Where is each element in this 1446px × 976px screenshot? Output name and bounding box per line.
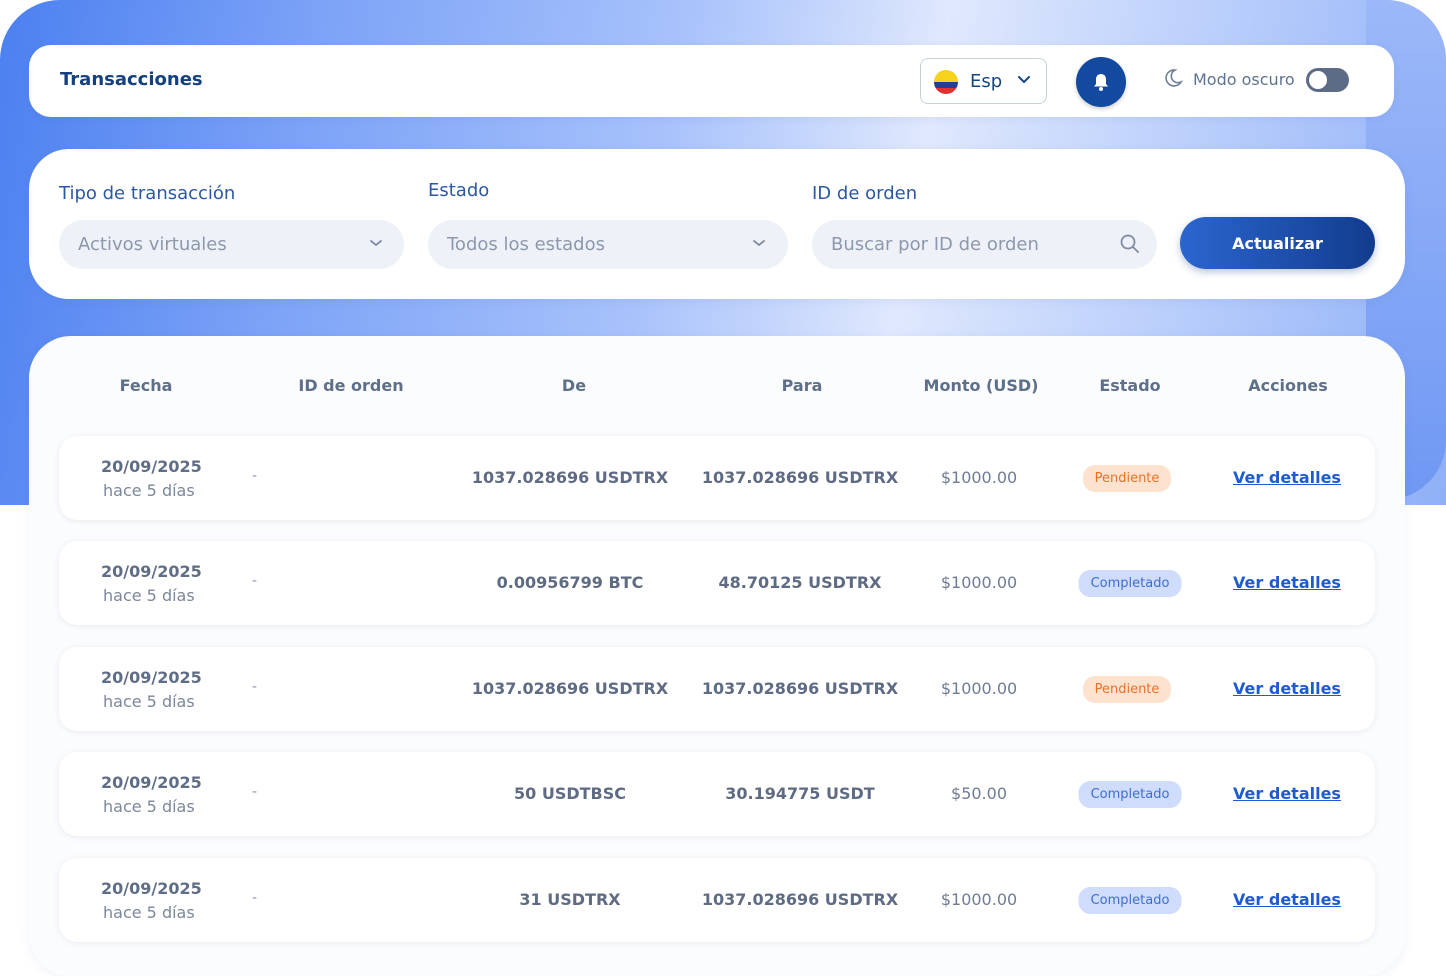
bell-icon [1094, 74, 1108, 91]
view-details-link[interactable]: Ver detalles [1233, 468, 1341, 487]
row-from: 1037.028696 USDTRX [471, 679, 669, 698]
column-header-from: De [561, 376, 587, 395]
column-header-date: Fecha [119, 376, 173, 395]
row-date-relative: hace 5 días [103, 692, 195, 711]
order-id-placeholder: Buscar por ID de orden [831, 234, 1039, 255]
row-date-relative: hace 5 días [103, 586, 195, 605]
type-value: Activos virtuales [78, 234, 227, 255]
view-details-link[interactable]: Ver detalles [1233, 784, 1341, 803]
row-from: 31 USDTRX [519, 890, 621, 909]
status-badge: Completado [1078, 887, 1182, 914]
row-to: 1037.028696 USDTRX [701, 679, 899, 698]
toggle-knob [1309, 71, 1327, 89]
column-header-to: Para [781, 376, 823, 395]
status-select[interactable]: Todos los estados [428, 220, 788, 269]
row-amount: $1000.00 [940, 573, 1018, 592]
search-icon [1119, 233, 1141, 259]
view-details-link[interactable]: Ver detalles [1233, 890, 1341, 909]
row-order-id: - [252, 784, 258, 800]
table-row: 20/09/2025 hace 5 días - 50 USDTBSC 30.1… [59, 752, 1375, 836]
row-amount: $1000.00 [940, 890, 1018, 909]
colombia-flag-icon [934, 70, 958, 94]
status-value: Todos los estados [447, 234, 605, 255]
view-details-link[interactable]: Ver detalles [1233, 679, 1341, 698]
row-amount: $1000.00 [940, 679, 1018, 698]
status-badge: Pendiente [1083, 465, 1171, 492]
table-row: 20/09/2025 hace 5 días - 1037.028696 USD… [59, 647, 1375, 731]
row-amount: $1000.00 [940, 468, 1018, 487]
row-date-relative: hace 5 días [103, 797, 195, 816]
column-header-status: Estado [1099, 376, 1161, 395]
row-to: 1037.028696 USDTRX [701, 468, 899, 487]
row-order-id: - [252, 890, 258, 906]
status-label: Estado [428, 180, 490, 201]
row-from: 0.00956799 BTC [496, 573, 644, 592]
row-order-id: - [252, 573, 258, 589]
transactions-table: Fecha ID de orden De Para Monto (USD) Es… [29, 336, 1405, 976]
row-order-id: - [252, 679, 258, 695]
moon-icon [1162, 67, 1184, 93]
row-amount: $50.00 [951, 784, 1007, 803]
row-from: 50 USDTBSC [513, 784, 627, 803]
update-button[interactable]: Actualizar [1180, 217, 1375, 269]
status-badge: Pendiente [1083, 676, 1171, 703]
type-select[interactable]: Activos virtuales [59, 220, 404, 269]
order-id-label: ID de orden [812, 183, 918, 204]
row-to: 1037.028696 USDTRX [701, 890, 899, 909]
column-header-order-id: ID de orden [298, 376, 404, 395]
dark-mode-toggle[interactable] [1306, 68, 1349, 92]
type-label: Tipo de transacción [59, 183, 236, 204]
chevron-down-icon [1016, 69, 1032, 93]
row-date: 20/09/2025 [101, 773, 202, 792]
page-title: Transacciones [60, 69, 203, 90]
table-row: 20/09/2025 hace 5 días - 31 USDTRX 1037.… [59, 858, 1375, 942]
row-date: 20/09/2025 [101, 562, 202, 581]
top-header: Transacciones Esp Modo oscuro [29, 45, 1394, 117]
column-header-actions: Acciones [1248, 376, 1328, 395]
column-header-amount: Monto (USD) [923, 376, 1039, 395]
row-date-relative: hace 5 días [103, 481, 195, 500]
view-details-link[interactable]: Ver detalles [1233, 573, 1341, 592]
row-date: 20/09/2025 [101, 879, 202, 898]
row-to: 30.194775 USDT [725, 784, 875, 803]
chevron-down-icon [752, 232, 766, 256]
status-badge: Completado [1078, 570, 1182, 597]
row-date-relative: hace 5 días [103, 903, 195, 922]
notifications-button[interactable] [1076, 57, 1126, 107]
status-badge: Completado [1078, 781, 1182, 808]
row-from: 1037.028696 USDTRX [471, 468, 669, 487]
row-date: 20/09/2025 [101, 457, 202, 476]
dark-mode-label: Modo oscuro [1193, 70, 1295, 89]
table-row: 20/09/2025 hace 5 días - 0.00956799 BTC … [59, 541, 1375, 625]
row-order-id: - [252, 468, 258, 484]
row-date: 20/09/2025 [101, 668, 202, 687]
filters-card: Tipo de transacción Activos virtuales Es… [29, 149, 1405, 299]
order-id-search-input[interactable]: Buscar por ID de orden [812, 220, 1157, 269]
language-selector[interactable]: Esp [920, 58, 1047, 104]
table-row: 20/09/2025 hace 5 días - 1037.028696 USD… [59, 436, 1375, 520]
language-label: Esp [970, 71, 1003, 92]
row-to: 48.70125 USDTRX [718, 573, 882, 592]
chevron-down-icon [369, 232, 383, 256]
